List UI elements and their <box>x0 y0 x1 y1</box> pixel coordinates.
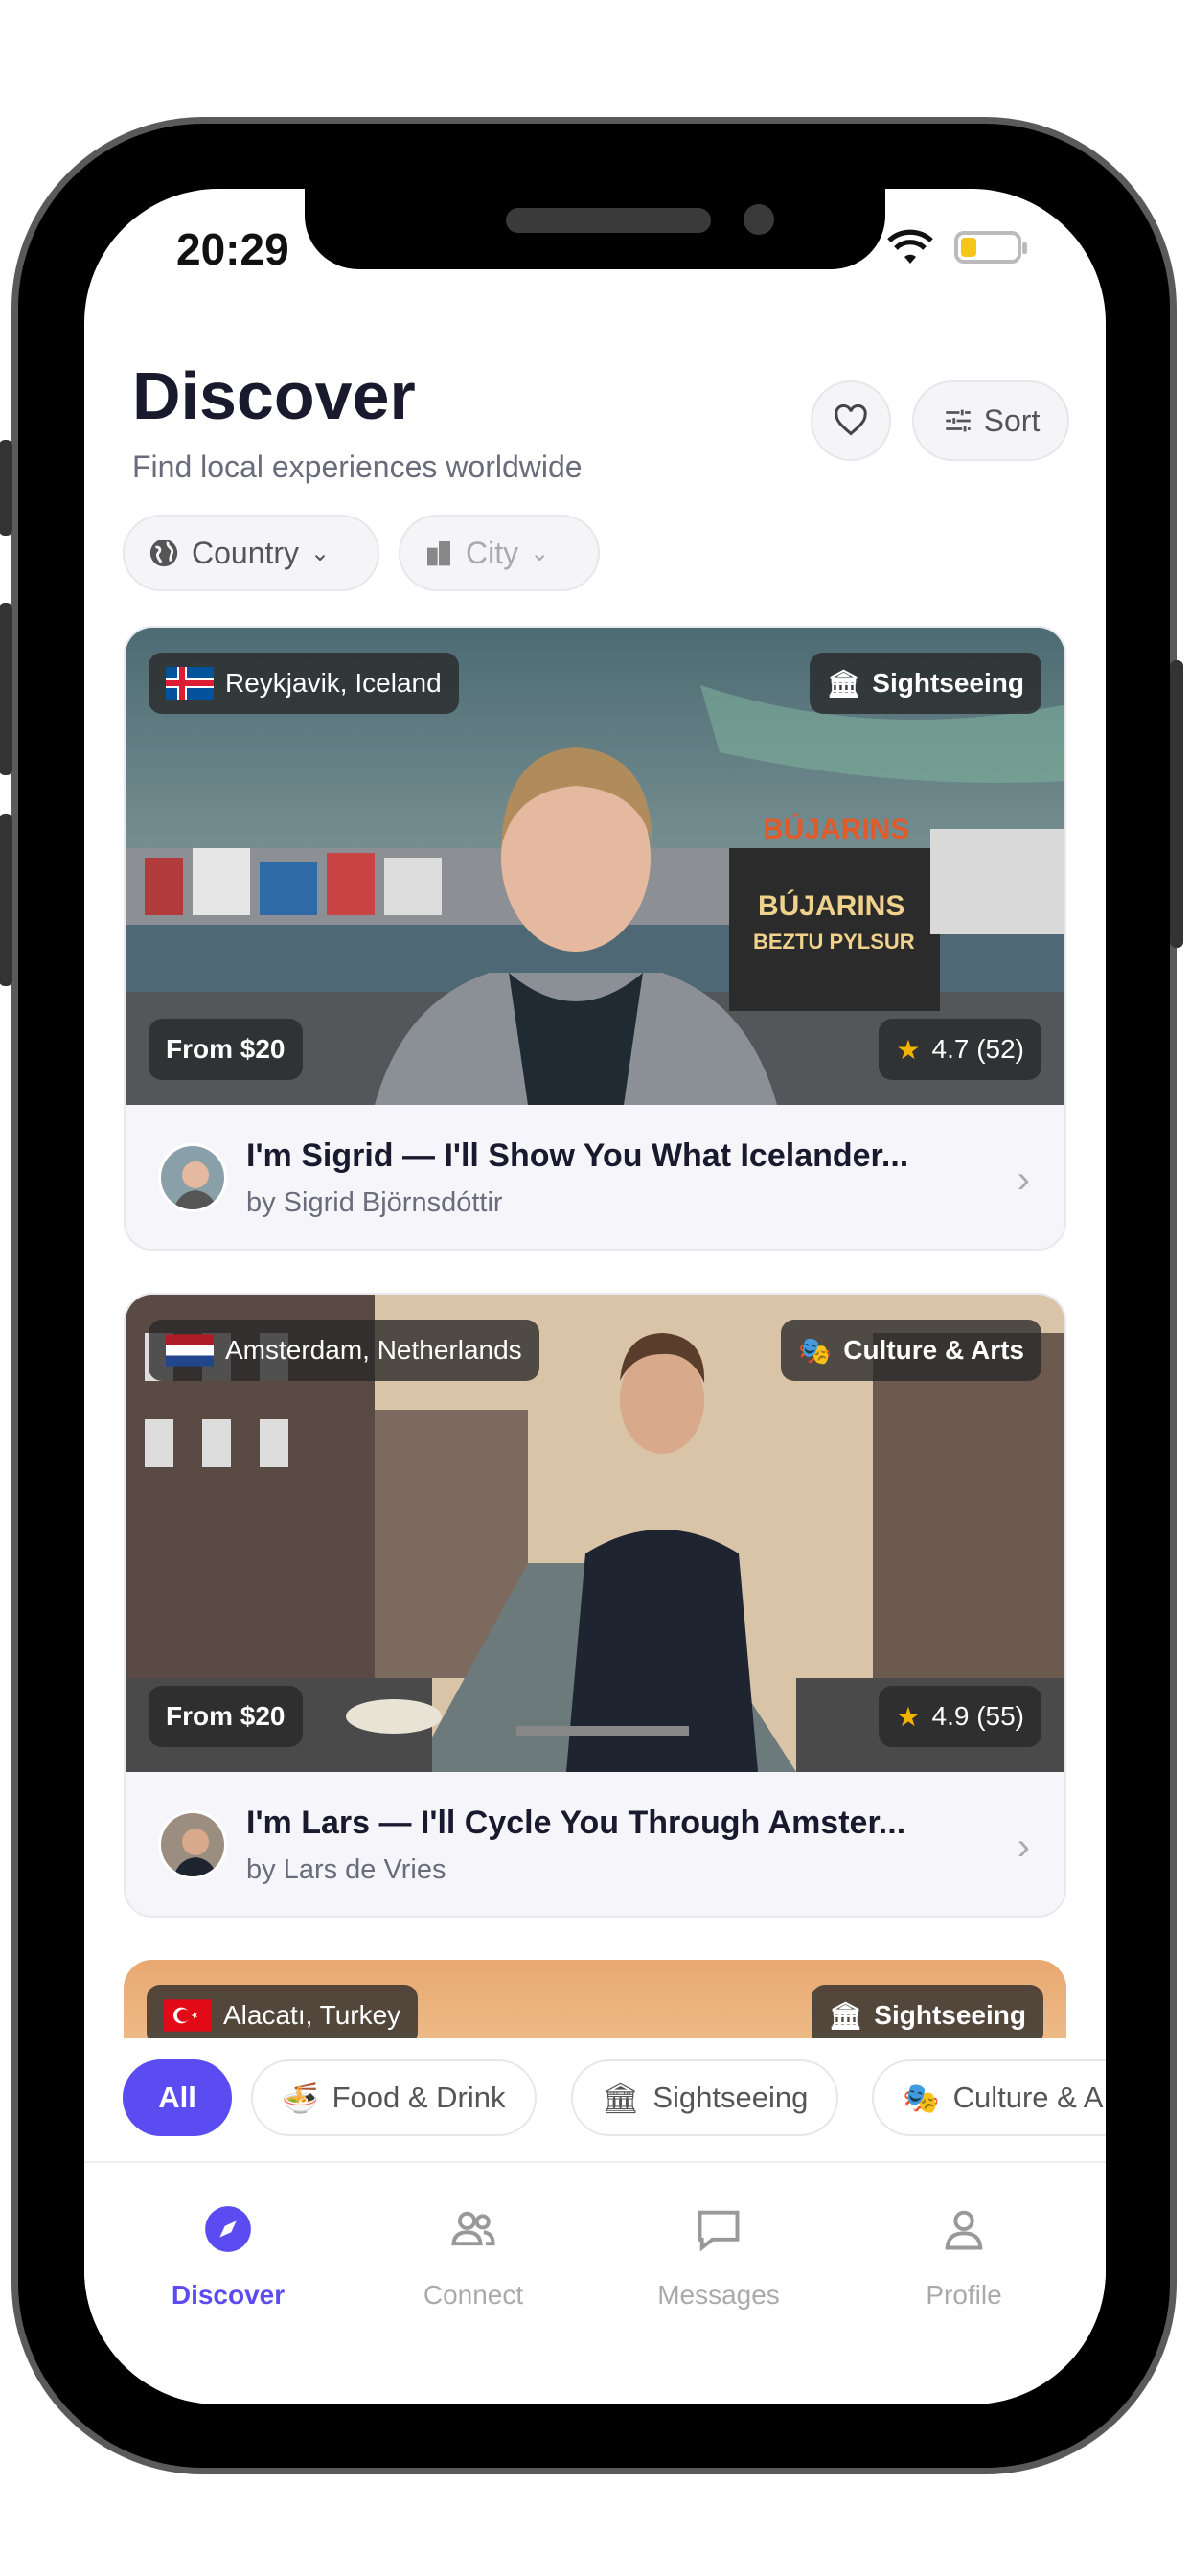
chevron-right-icon: › <box>1017 1159 1030 1201</box>
tab-label: Connect <box>423 2280 524 2310</box>
sort-label: Sort <box>983 402 1041 438</box>
chevron-right-icon: › <box>1017 1826 1030 1868</box>
experience-card[interactable]: BÚJARINS BEZTU PYLSUR BÚJARINS Reykjavik… <box>124 626 1066 1251</box>
country-filter-label: Country <box>192 535 300 570</box>
mute-switch <box>0 440 12 536</box>
category-chip-label: Food & Drink <box>332 2081 506 2114</box>
card-footer: I'm Sigrid — I'll Show You What Icelande… <box>126 1105 1064 1249</box>
category-filter-bar: All 🍜 Food & Drink 🏛 Sightseeing 🎭 Cultu… <box>84 2038 1106 2163</box>
favorites-button[interactable] <box>811 380 891 461</box>
museum-icon: 🏛 <box>826 668 861 699</box>
chat-bubble-icon <box>698 2210 740 2252</box>
notch <box>305 189 885 269</box>
star-icon: ★ <box>896 1701 921 1732</box>
card-title: I'm Sigrid — I'll Show You What Icelande… <box>246 1138 909 1174</box>
card-author: by Lars de Vries <box>246 1854 446 1885</box>
category-text: Sightseeing <box>874 2000 1026 2030</box>
rating-badge: ★ 4.9 (55) <box>879 1686 1041 1747</box>
location-badge: Reykjavik, Iceland <box>149 653 459 714</box>
museum-icon: 🏛 <box>828 2000 863 2031</box>
category-chip-label: Culture & A <box>952 2081 1104 2114</box>
volume-down-button <box>0 814 12 986</box>
card-photo: BÚJARINS BEZTU PYLSUR BÚJARINS Reykjavik… <box>126 628 1064 1105</box>
category-chip-food-drink[interactable]: 🍜 Food & Drink <box>251 2059 537 2136</box>
location-badge: Amsterdam, Netherlands <box>149 1320 539 1381</box>
category-chip-label: Sightseeing <box>652 2081 809 2114</box>
theater-masks-icon: 🎭 <box>903 2081 940 2115</box>
star-icon: ★ <box>896 1034 921 1065</box>
rating-text: 4.7 (52) <box>931 1034 1025 1064</box>
card-photo: Amsterdam, Netherlands 🎭 Culture & Arts … <box>126 1295 1064 1772</box>
experience-card[interactable]: Amsterdam, Netherlands 🎭 Culture & Arts … <box>124 1293 1066 1918</box>
location-badge: Alacatı, Turkey <box>147 1985 419 2046</box>
avatar <box>158 1143 227 1212</box>
tab-label: Discover <box>171 2280 286 2310</box>
turkey-flag-icon <box>164 1999 212 2032</box>
bottom-tab-bar: Discover Connect Messages Profile <box>84 2161 1106 2404</box>
sort-button[interactable]: Sort <box>912 380 1069 461</box>
users-icon <box>451 2211 495 2246</box>
category-chip-label: All <box>158 2081 196 2114</box>
power-button <box>1170 660 1183 948</box>
sliders-icon <box>945 409 971 432</box>
museum-icon: 🏛 <box>602 2081 640 2115</box>
price-text: From $20 <box>166 1701 286 1731</box>
compass-icon <box>205 2206 251 2252</box>
page-title: Discover <box>132 358 416 433</box>
rating-text: 4.9 (55) <box>931 1701 1025 1731</box>
speaker <box>506 208 711 233</box>
category-text: Culture & Arts <box>843 1335 1024 1365</box>
category-badge: 🏛 Sightseeing <box>809 653 1041 714</box>
volume-up-button <box>0 603 12 775</box>
location-text: Amsterdam, Netherlands <box>225 1335 522 1365</box>
category-chip-all[interactable]: All <box>123 2059 232 2136</box>
city-filter[interactable]: City ⌄ <box>399 515 600 591</box>
tab-connect[interactable]: Connect <box>378 2196 569 2311</box>
buildings-icon <box>427 541 450 566</box>
battery-icon <box>954 231 1027 264</box>
app-screen: 20:29 Discover Find local experiences wo… <box>84 189 1106 2404</box>
avatar <box>158 1810 227 1879</box>
noodle-bowl-icon: 🍜 <box>282 2081 319 2115</box>
card-author: by Sigrid Björnsdóttir <box>246 1187 503 1218</box>
svg-text:BÚJARINS: BÚJARINS <box>758 889 904 922</box>
city-filter-label: City <box>466 535 519 570</box>
card-footer: I'm Lars — I'll Cycle You Through Amster… <box>126 1772 1064 1916</box>
svg-text:BÚJARINS: BÚJARINS <box>763 813 909 845</box>
iceland-flag-icon <box>166 667 214 700</box>
price-text: From $20 <box>166 1034 286 1064</box>
tab-messages[interactable]: Messages <box>623 2196 814 2311</box>
globe-icon <box>149 539 178 567</box>
wifi-icon <box>887 229 933 277</box>
category-chip-sightseeing[interactable]: 🏛 Sightseeing <box>571 2059 839 2136</box>
country-filter[interactable]: Country ⌄ <box>123 515 379 591</box>
status-time: 20:29 <box>176 224 289 274</box>
chevron-down-icon: ⌄ <box>310 540 331 566</box>
chevron-down-icon: ⌄ <box>530 540 550 566</box>
svg-text:BEZTU PYLSUR: BEZTU PYLSUR <box>753 930 915 954</box>
tab-label: Profile <box>926 2280 1002 2310</box>
rating-badge: ★ 4.7 (52) <box>879 1019 1041 1080</box>
price-badge: From $20 <box>149 1019 303 1080</box>
page-subtitle: Find local experiences worldwide <box>132 449 583 484</box>
tab-label: Messages <box>657 2280 780 2310</box>
user-icon <box>945 2210 983 2250</box>
location-text: Alacatı, Turkey <box>223 2000 401 2030</box>
price-badge: From $20 <box>149 1686 303 1747</box>
category-badge: 🎭 Culture & Arts <box>781 1320 1041 1381</box>
heart-icon <box>835 403 867 436</box>
tab-discover[interactable]: Discover <box>132 2196 324 2311</box>
category-badge: 🏛 Sightseeing <box>811 1985 1043 2046</box>
tab-profile[interactable]: Profile <box>868 2196 1060 2311</box>
theater-masks-icon: 🎭 <box>798 1335 833 1366</box>
category-text: Sightseeing <box>872 668 1024 698</box>
card-title: I'm Lars — I'll Cycle You Through Amster… <box>246 1805 906 1841</box>
category-chip-culture-arts[interactable]: 🎭 Culture & A <box>872 2059 1106 2136</box>
netherlands-flag-icon <box>166 1334 214 1367</box>
front-camera <box>744 204 774 235</box>
location-text: Reykjavik, Iceland <box>225 668 442 698</box>
